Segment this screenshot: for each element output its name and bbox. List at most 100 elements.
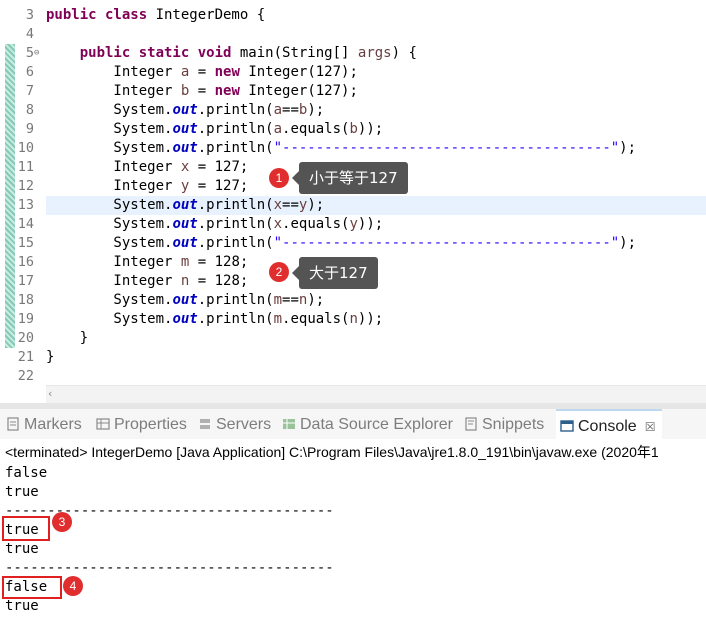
code-line[interactable] <box>46 25 706 44</box>
code-line[interactable]: System.out.println("--------------------… <box>46 139 706 158</box>
code-token: } <box>46 349 55 365</box>
data-source-icon <box>283 419 295 429</box>
markers-icon <box>7 417 19 431</box>
code-token: public static void <box>79 45 240 61</box>
console-output-line: false <box>5 465 48 481</box>
code-token: x <box>273 197 283 213</box>
code-token: System. <box>46 121 173 137</box>
line-number: 7 <box>25 83 34 99</box>
code-token: ); <box>307 102 325 118</box>
code-token: == <box>282 292 299 308</box>
code-token: .println( <box>197 140 274 156</box>
editor-horizontal-scrollbar[interactable]: ‹ <box>46 385 706 403</box>
code-line[interactable]: } <box>46 348 706 367</box>
code-token: .println( <box>197 311 274 327</box>
code-token: m <box>273 311 283 327</box>
tab-servers[interactable]: Servers <box>198 409 271 439</box>
code-token: Integer(127); <box>248 83 358 99</box>
code-line[interactable]: public static void main(String[] args) { <box>46 44 706 63</box>
code-token: out <box>172 197 198 213</box>
code-token: System. <box>46 102 173 118</box>
code-token: "---------------------------------------… <box>273 140 620 156</box>
console-output-line: true <box>5 484 39 500</box>
code-token: = <box>189 83 215 99</box>
line-number: 6 <box>25 64 34 80</box>
line-number: 10 <box>17 140 34 156</box>
code-token: == <box>282 197 299 213</box>
code-token: out <box>172 311 198 327</box>
tab-label: Properties <box>114 416 187 433</box>
tab-snippets[interactable]: Snippets <box>464 409 544 439</box>
code-token: out <box>172 216 198 232</box>
line-number: 13 <box>17 197 34 213</box>
code-token: IntegerDemo { <box>155 7 266 23</box>
code-token: ); <box>307 197 325 213</box>
code-token: ) { <box>391 45 417 61</box>
code-line[interactable]: Integer a = new Integer(127); <box>46 63 706 82</box>
fold-toggle-icon[interactable]: ⊖ <box>34 48 44 58</box>
line-number: 14 <box>17 216 34 232</box>
console-view[interactable]: <terminated> IntegerDemo [Java Applicati… <box>0 439 706 629</box>
code-token: out <box>172 292 198 308</box>
code-token: Integer <box>46 178 181 194</box>
console-status: <terminated> IntegerDemo [Java Applicati… <box>5 444 659 460</box>
code-token: .equals( <box>282 216 350 232</box>
line-number: 22 <box>17 368 34 384</box>
code-token: main(String[] <box>239 45 358 61</box>
code-line[interactable]: System.out.println(x.equals(y)); <box>46 215 706 234</box>
line-number: 15 <box>17 235 34 251</box>
view-tab-bar: Markers Properties Servers Data Source E… <box>0 409 706 439</box>
line-number: 4 <box>25 26 34 42</box>
code-token: b <box>349 121 358 137</box>
code-line[interactable]: System.out.println(a.equals(b)); <box>46 120 706 139</box>
line-number: 11 <box>17 159 34 175</box>
line-number: 20 <box>17 330 34 346</box>
tab-markers[interactable]: Markers <box>6 409 82 439</box>
snippets-icon <box>465 417 477 431</box>
tab-properties[interactable]: Properties <box>96 409 187 439</box>
code-line[interactable]: public class IntegerDemo { <box>46 6 706 25</box>
code-line[interactable] <box>46 367 706 386</box>
tab-label: Markers <box>24 416 82 433</box>
code-line[interactable]: } <box>46 329 706 348</box>
callout-bubble-2: 大于127 <box>292 257 378 289</box>
code-token: new <box>214 83 249 99</box>
code-token: System. <box>46 311 173 327</box>
tab-data-source-explorer[interactable]: Data Source Explorer <box>282 409 453 439</box>
code-token: = 128; <box>189 273 249 289</box>
code-token: out <box>172 121 198 137</box>
callout-bubble-1: 小于等于127 <box>292 162 408 194</box>
code-token: .println( <box>197 102 274 118</box>
code-line[interactable]: Integer b = new Integer(127); <box>46 82 706 101</box>
tab-console[interactable]: Console ☒ <box>556 409 662 439</box>
console-icon <box>560 420 574 432</box>
code-token: } <box>46 330 89 346</box>
code-line[interactable]: System.out.println("--------------------… <box>46 234 706 253</box>
code-token: a <box>273 121 283 137</box>
code-token: == <box>282 102 299 118</box>
tab-label: Servers <box>216 416 272 433</box>
code-token: .println( <box>197 121 274 137</box>
code-token: x <box>273 216 283 232</box>
code-token: .println( <box>197 292 274 308</box>
code-token: .equals( <box>282 311 350 327</box>
tab-label: Console <box>578 418 637 435</box>
code-line[interactable]: System.out.println(a==b); <box>46 101 706 120</box>
code-line[interactable]: System.out.println(m.equals(n)); <box>46 310 706 329</box>
current-code-line[interactable]: System.out.println(x==y); <box>46 196 706 215</box>
line-number: 12 <box>17 178 34 194</box>
scroll-left-icon[interactable]: ‹ <box>48 387 52 400</box>
code-token: Integer <box>46 64 181 80</box>
code-token: new <box>214 64 249 80</box>
code-token: = <box>189 64 215 80</box>
code-token: System. <box>46 140 173 156</box>
code-token: y <box>349 216 358 232</box>
line-number-gutter: 3 4 5 6 7 8 9 10 11 12 13 14 15 16 17 18 19 20 21 22 ⊖ <box>0 0 46 385</box>
code-token: = 128; <box>189 254 249 270</box>
code-line[interactable]: System.out.println(m==n); <box>46 291 706 310</box>
code-token: = 127; <box>189 159 249 175</box>
line-number: 8 <box>25 102 34 118</box>
code-token: System. <box>46 292 173 308</box>
code-editor[interactable]: 3 4 5 6 7 8 9 10 11 12 13 14 15 16 17 18 19 20 21 22 ⊖ publi… <box>0 0 706 403</box>
